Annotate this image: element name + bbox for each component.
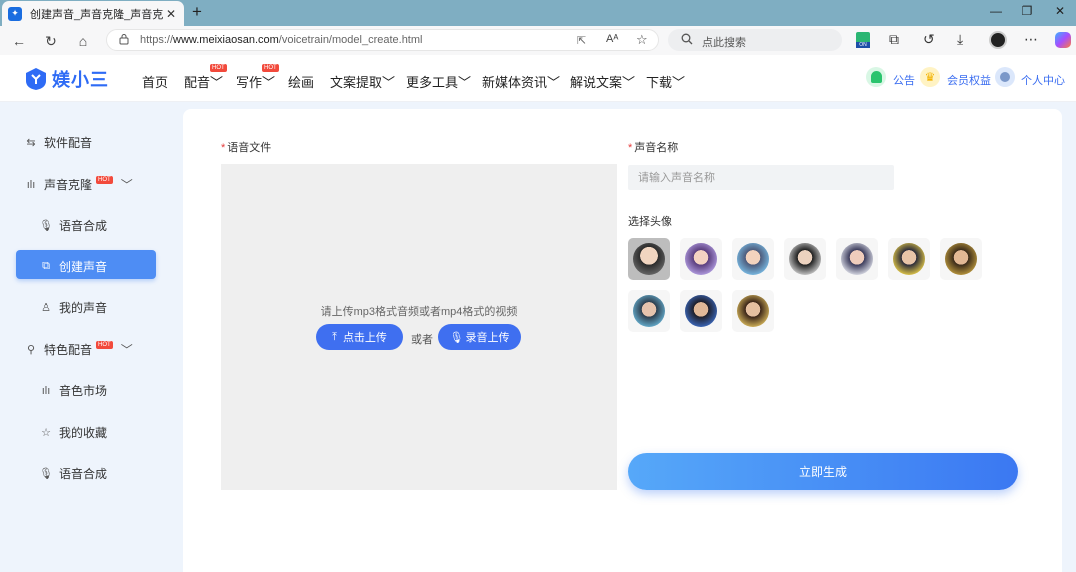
crown-icon[interactable]: ♛ <box>920 67 940 87</box>
restore-icon[interactable]: ❐ <box>1017 4 1037 18</box>
sidebar-item-my-favorites[interactable]: ☆ 我的收藏 <box>39 424 107 441</box>
nav-commentary[interactable]: 解说文案﹀ <box>570 72 635 91</box>
waveform-icon: ılı <box>41 384 51 397</box>
user-avatar[interactable] <box>995 67 1015 87</box>
upload-icon: ⤒ <box>332 330 337 343</box>
nav-dubbing[interactable]: HOT 配音﹀ <box>184 64 227 91</box>
user-icon: ♙ <box>41 302 51 314</box>
voice-name-input[interactable] <box>628 165 894 190</box>
chevron-down-icon[interactable]: ﹀ <box>121 341 133 358</box>
microphone-icon: 🎙︎ <box>39 220 53 232</box>
microphone-icon: 🎙︎ <box>449 331 464 344</box>
chevron-down-icon: ﹀ <box>262 75 276 90</box>
avatar-option-5[interactable] <box>836 238 878 280</box>
upload-hint: 请上传mp3格式音频或者mp4格式的视频 <box>320 306 518 318</box>
nav-drawing[interactable]: 绘画 <box>288 72 314 91</box>
waveform-icon: ılı <box>26 178 36 191</box>
site-info-icon[interactable] <box>118 33 130 45</box>
swap-icon: ⇆ <box>26 137 36 149</box>
avatar-option-4[interactable] <box>784 238 826 280</box>
avatar-option-6[interactable] <box>888 238 930 280</box>
back-icon[interactable]: ← <box>10 32 28 50</box>
chevron-down-icon: ﹀ <box>547 75 561 90</box>
downloads-icon[interactable]: ⤓ <box>957 31 963 48</box>
browser-search-placeholder[interactable]: 点此搜索 <box>702 34 746 50</box>
microphone-icon: 🎙︎ <box>39 468 53 480</box>
sidebar-item-voice-market[interactable]: ılı 音色市场 <box>39 382 107 399</box>
avatar-option-3[interactable] <box>732 238 774 280</box>
nav-writing[interactable]: HOT 写作﹀ <box>236 64 279 91</box>
browser-search-icon <box>681 33 693 45</box>
chevron-down-icon: ﹀ <box>672 75 686 90</box>
home-icon[interactable]: ⌂ <box>74 32 92 50</box>
avatar-option-10[interactable] <box>732 290 774 332</box>
chevron-down-icon: ﹀ <box>210 75 224 90</box>
avatar-option-9[interactable] <box>680 290 722 332</box>
copy-icon: ⧉ <box>42 260 50 272</box>
sidebar-item-speech-synthesis[interactable]: 🎙︎ 语音合成 <box>39 217 107 234</box>
hot-badge: HOT <box>96 341 113 349</box>
site-favicon-icon: ✦ <box>8 6 22 21</box>
extension-on-icon[interactable]: ON <box>856 32 870 48</box>
avatar-option-2[interactable] <box>680 238 722 280</box>
nav-download[interactable]: 下载﹀ <box>646 72 685 91</box>
chevron-down-icon[interactable]: ﹀ <box>121 176 133 193</box>
hot-badge: HOT <box>210 64 227 72</box>
nav-text-extract[interactable]: 文案提取﹀ <box>330 72 395 91</box>
audio-file-label: * 语音文件 <box>221 142 272 154</box>
chevron-down-icon: ﹀ <box>382 75 396 90</box>
url-text[interactable]: https://www.meixiaosan.com/voicetrain/mo… <box>140 34 422 46</box>
nav-home[interactable]: 首页 <box>142 72 168 91</box>
refresh-icon[interactable]: ↻ <box>42 32 60 50</box>
read-aloud-icon[interactable]: Aᴬ <box>606 33 618 45</box>
history-icon[interactable]: ↺ <box>923 31 935 48</box>
avatar-option-8[interactable] <box>628 290 670 332</box>
minimize-icon[interactable]: — <box>986 4 1006 18</box>
nav-more-tools[interactable]: 更多工具﹀ <box>406 72 471 91</box>
generate-button[interactable]: 立即生成 <box>628 453 1018 490</box>
hot-badge: HOT <box>262 64 279 72</box>
browser-tab[interactable]: ✦ 创建声音_声音克隆_声音克隆定制 ✕ <box>2 1 184 26</box>
browser-search-box[interactable] <box>668 29 842 51</box>
record-upload-button[interactable]: 🎙︎ 录音上传 <box>438 324 521 350</box>
voice-name-label: * 声音名称 <box>628 142 679 154</box>
window-close-icon[interactable]: ✕ <box>1050 4 1070 18</box>
sidebar-item-voice-clone[interactable]: ılı 声音克隆 HOT ﹀ <box>24 176 133 193</box>
upload-button[interactable]: ⤒ 点击上传 <box>316 324 403 350</box>
sidebar-item-featured-dubbing[interactable]: ⚲ 特色配音 HOT ﹀ <box>24 341 133 358</box>
avatar-option-1[interactable] <box>628 238 670 280</box>
extensions-icon[interactable]: ⧉ <box>889 31 899 48</box>
sidebar-item-speech-synthesis-2[interactable]: 🎙︎ 语音合成 <box>39 465 107 482</box>
profile-avatar[interactable] <box>989 31 1007 49</box>
open-app-icon[interactable]: ⇱ <box>577 34 586 47</box>
more-menu-icon[interactable]: ⋯ <box>1024 31 1038 48</box>
logo-text[interactable]: 媄小三 <box>52 66 109 92</box>
announcement-icon[interactable] <box>866 67 886 87</box>
favorite-star-icon[interactable]: ☆ <box>636 32 648 48</box>
avatar-label: 选择头像 <box>628 216 672 228</box>
tab-title: 创建声音_声音克隆_声音克隆定制 <box>30 8 164 21</box>
tab-close-icon[interactable]: ✕ <box>164 7 178 21</box>
sidebar-item-software-dubbing[interactable]: ⇆ 软件配音 <box>24 134 92 151</box>
announcement-link[interactable]: 公告 <box>893 72 915 88</box>
or-text: 或者 <box>411 334 433 346</box>
upload-dropzone[interactable] <box>221 164 617 490</box>
sidebar <box>0 102 183 572</box>
logo-icon[interactable] <box>24 67 48 91</box>
sidebar-item-create-voice[interactable]: ⧉ 创建声音 <box>39 258 107 275</box>
user-center-link[interactable]: 个人中心 <box>1021 72 1065 88</box>
search-icon: ⚲ <box>26 344 36 356</box>
copilot-icon[interactable] <box>1055 32 1071 48</box>
hot-badge: HOT <box>96 176 113 184</box>
nav-media-news[interactable]: 新媒体资讯﹀ <box>482 72 560 91</box>
member-benefits-link[interactable]: 会员权益 <box>947 72 991 88</box>
avatar-option-7[interactable] <box>940 238 982 280</box>
chevron-down-icon: ﹀ <box>622 75 636 90</box>
star-icon: ☆ <box>41 427 51 439</box>
sidebar-item-my-voices[interactable]: ♙ 我的声音 <box>39 299 107 316</box>
chevron-down-icon: ﹀ <box>458 75 472 90</box>
new-tab-icon[interactable]: + <box>192 3 202 21</box>
